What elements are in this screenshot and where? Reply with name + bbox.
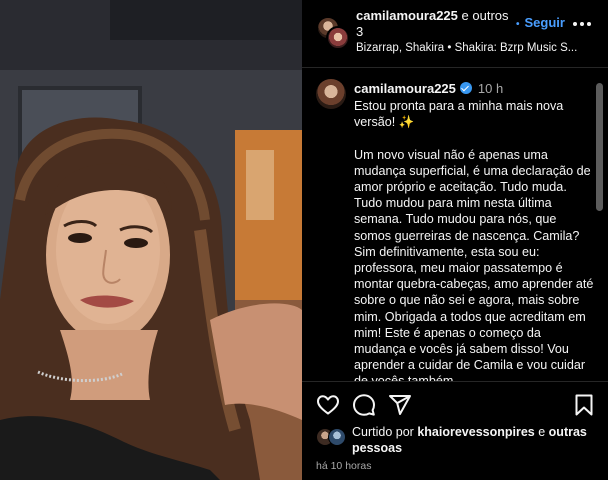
follow-button[interactable]: • Seguir [516, 15, 565, 30]
caption-text: Estou pronta para a minha mais nova vers… [354, 99, 594, 381]
caption-username[interactable]: camilamoura225 [354, 81, 456, 96]
more-icon[interactable] [573, 22, 591, 28]
bookmark-icon[interactable] [572, 393, 596, 417]
caption-area: camilamoura225 10 h Estou pronta para a m… [302, 69, 608, 381]
caption-timestamp[interactable]: 10 h [478, 81, 503, 96]
caption-scrollbar[interactable] [596, 83, 603, 373]
liked-by-username[interactable]: khaiorevessonpires [417, 425, 534, 439]
liked-by-text: Curtido por khaiorevessonpires e outras … [352, 424, 598, 456]
avatar [326, 26, 350, 50]
music-link[interactable]: Bizarrap, Shakira • Shakira: Bzrp Music … [356, 42, 596, 54]
post-details-panel: camilamoura225 e outros 3 • Seguir Bizarr… [302, 0, 608, 480]
post-photo[interactable] [0, 0, 302, 480]
follow-label: Seguir [524, 15, 565, 30]
caption-header: camilamoura225 10 h [354, 81, 503, 96]
post-age[interactable]: há 10 horas [316, 460, 371, 472]
avatar[interactable] [328, 428, 346, 446]
comment-icon[interactable] [352, 393, 376, 417]
post-footer: Curtido por khaiorevessonpires e outras … [302, 381, 608, 480]
separator-dot: • [516, 19, 520, 30]
liked-by-conjunction: e [538, 425, 546, 439]
action-bar [316, 393, 598, 417]
liked-by: Curtido por khaiorevessonpires e outras … [316, 424, 598, 456]
avatar[interactable] [316, 79, 346, 109]
scrollbar-thumb[interactable] [596, 83, 603, 211]
share-icon[interactable] [388, 393, 412, 417]
collab-usernames[interactable]: camilamoura225 e outros 3 [356, 8, 514, 40]
header-username[interactable]: camilamoura225 [356, 8, 458, 23]
collab-avatars[interactable] [316, 16, 350, 50]
post-header: camilamoura225 e outros 3 • Seguir Bizarr… [302, 0, 608, 68]
verified-icon [459, 82, 472, 94]
liked-by-prefix: Curtido por [352, 425, 414, 439]
heart-icon[interactable] [316, 393, 340, 417]
